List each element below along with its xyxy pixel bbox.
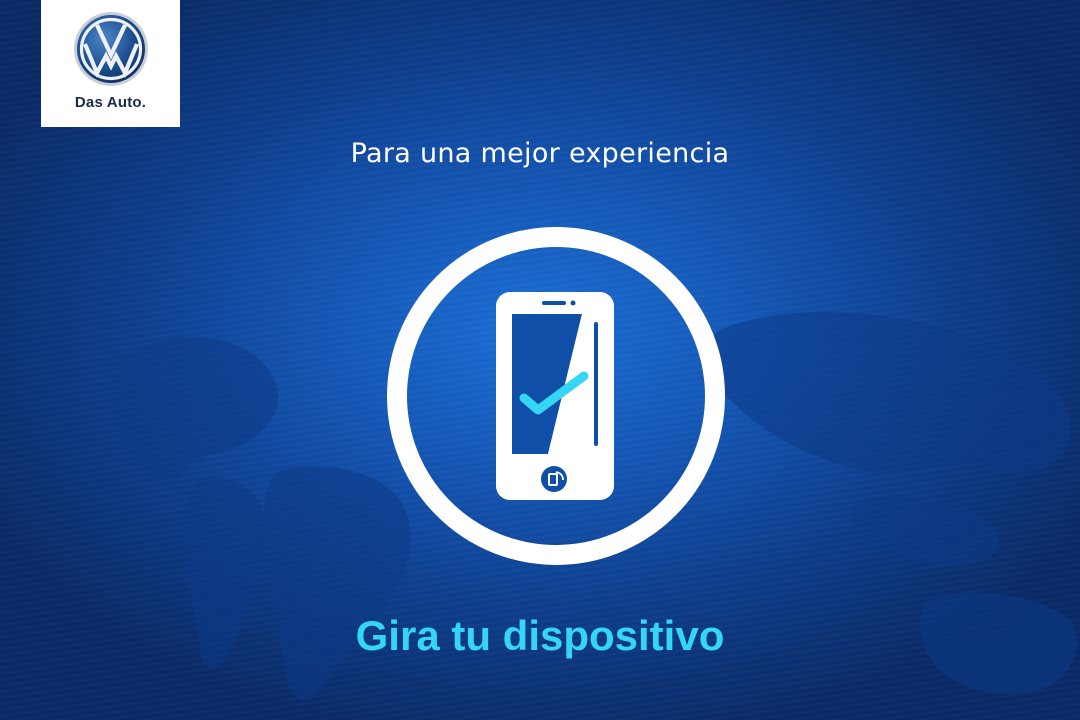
- vw-logo-icon: [73, 12, 148, 86]
- brand-logo: Das Auto.: [41, 0, 180, 127]
- rotate-device-icon: [387, 227, 725, 565]
- brand-tagline: Das Auto.: [74, 94, 147, 111]
- page-subtitle: Para una mejor experiencia: [350, 138, 730, 169]
- rotate-arrow-icon: [541, 466, 567, 492]
- rotate-device-screen: Das Auto. Para una mejor experiencia Gir…: [0, 0, 1080, 720]
- rotate-instruction: Gira tu dispositivo: [355, 612, 725, 659]
